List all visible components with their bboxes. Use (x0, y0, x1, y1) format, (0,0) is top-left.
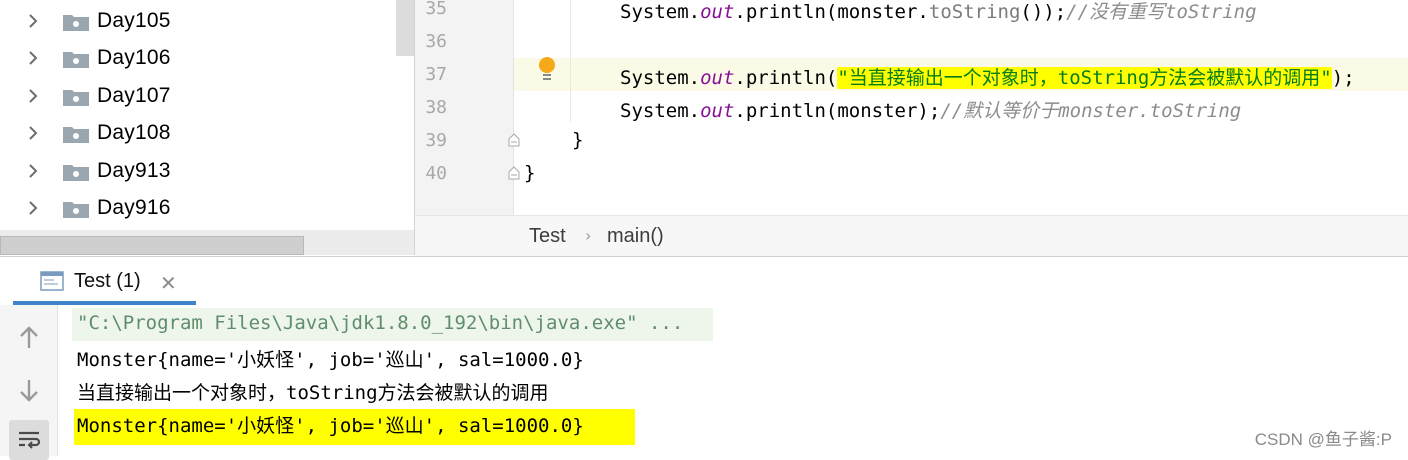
package-folder-icon (63, 165, 89, 181)
line-number: 40 (425, 163, 447, 184)
chevron-right-icon[interactable] (24, 162, 42, 180)
indent-guide (570, 0, 571, 122)
console-line: Monster{name='小妖怪', job='巡山', sal=1000.0… (77, 349, 584, 371)
console-icon (40, 271, 64, 291)
code-line-37[interactable]: System.out.println("当直接输出一个对象时，toString方… (620, 63, 1355, 90)
chevron-right-icon[interactable] (24, 124, 42, 142)
arrow-down-icon[interactable] (16, 377, 42, 403)
code-line-38[interactable]: System.out.println(monster);//默认等价于monst… (620, 96, 1241, 123)
string-literal: "当直接输出一个对象时，toString方法会被默认的调用" (837, 67, 1332, 89)
code-line-40[interactable]: } (524, 162, 535, 184)
breadcrumb-class[interactable]: Test (529, 225, 566, 248)
run-toolbar (0, 305, 58, 460)
tree-item-label: Day916 (97, 196, 171, 219)
tree-item-label: Day107 (97, 84, 171, 107)
tree-item-label: Day105 (97, 9, 171, 32)
run-tab-bar: Test (1) ✕ (0, 257, 1408, 305)
watermark: CSDN @鱼子酱:P (1254, 430, 1392, 449)
breadcrumb-method[interactable]: main() (607, 225, 664, 248)
chevron-right-icon[interactable] (24, 87, 42, 105)
project-tree: Day920Day916Day913Day108Day107Day106Day1… (0, 0, 415, 255)
code-token: out (700, 67, 735, 89)
close-icon[interactable]: ✕ (160, 271, 177, 295)
breadcrumb: Test › main() (415, 215, 1408, 256)
code-comment: //没有重写toString (1066, 1, 1257, 23)
line-number: 37 (425, 64, 447, 85)
package-folder-icon (63, 202, 89, 218)
chevron-right-icon[interactable] (24, 12, 42, 30)
line-number: 35 (425, 0, 447, 19)
tree-item[interactable]: Day105 (0, 3, 414, 40)
code-token: out (700, 1, 735, 23)
tree-item-label: Day106 (97, 46, 171, 69)
console-line: Monster{name='小妖怪', job='巡山', sal=1000.0… (77, 415, 584, 437)
tree-item[interactable]: Day108 (0, 115, 414, 152)
code-line-35[interactable]: System.out.println(monster.toString());/… (620, 0, 1257, 24)
code-token: toString (928, 1, 1021, 23)
line-number: 39 (425, 130, 447, 151)
soft-wrap-icon (19, 431, 41, 449)
chevron-right-icon[interactable] (24, 199, 42, 217)
tree-item[interactable]: Day916 (0, 190, 414, 227)
code-editor[interactable]: 35 36 37 38 39 40 System.out.println(mon… (415, 0, 1408, 215)
tree-item[interactable]: Day913 (0, 153, 414, 190)
tree-item[interactable]: Day107 (0, 78, 414, 115)
code-token: .println(monster); (734, 100, 941, 122)
tree-item[interactable]: Day106 (0, 40, 414, 77)
run-tab-label: Test (1) (74, 270, 141, 292)
tree-horizontal-scrollbar[interactable] (0, 236, 304, 255)
chevron-right-icon[interactable] (24, 49, 42, 67)
code-token: ()); (1020, 1, 1067, 23)
code-token: System. (620, 1, 701, 23)
package-folder-icon (63, 127, 89, 143)
code-token: .println( (734, 67, 838, 89)
tree-vertical-scrollbar[interactable] (396, 0, 414, 56)
code-token: System. (620, 100, 701, 122)
arrow-up-icon[interactable] (16, 325, 42, 351)
code-token: System. (620, 67, 701, 89)
run-tab[interactable]: Test (1) ✕ (0, 257, 196, 305)
package-folder-icon (63, 52, 89, 68)
lightbulb-icon[interactable] (537, 56, 557, 84)
run-tool-window: Test (1) ✕ "C:\Program Files\Java\jdk1.8… (0, 256, 1408, 460)
tree-item-label: Day108 (97, 121, 171, 144)
breadcrumb-separator-icon: › (585, 226, 592, 245)
code-token: ); (1331, 67, 1355, 89)
line-number: 38 (425, 97, 447, 118)
package-folder-icon (63, 90, 89, 106)
gutter-divider (513, 0, 514, 215)
fold-icon[interactable] (508, 133, 520, 147)
console-line: 当直接输出一个对象时，toString方法会被默认的调用 (77, 382, 549, 404)
fold-icon[interactable] (508, 166, 520, 180)
line-number: 36 (425, 31, 447, 52)
code-token: out (700, 100, 735, 122)
code-comment: //默认等价于monster.toString (940, 100, 1242, 122)
console-line: "C:\Program Files\Java\jdk1.8.0_192\bin\… (77, 312, 684, 334)
package-folder-icon (63, 15, 89, 31)
code-token: .println(monster. (734, 1, 929, 23)
code-line-39[interactable]: } (572, 129, 583, 151)
tree-item-label: Day913 (97, 159, 171, 182)
